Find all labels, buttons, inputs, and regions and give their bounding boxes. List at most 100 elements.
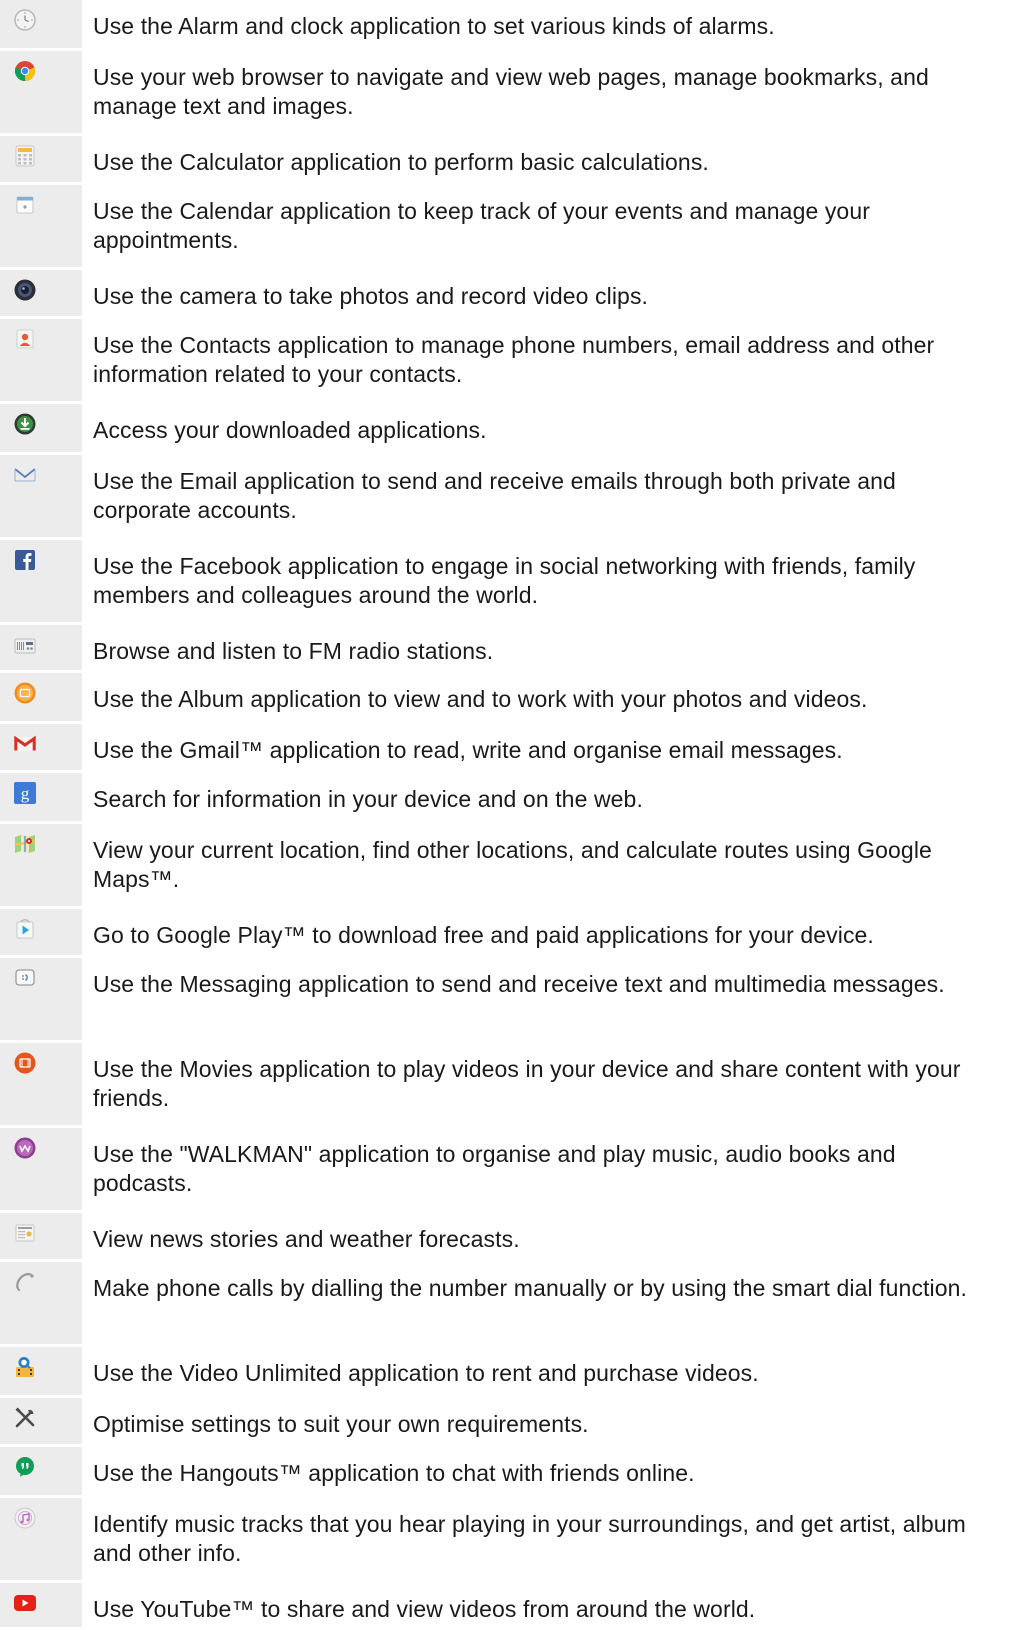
list-item: Use the Hangouts™ application to chat wi… — [0, 1447, 1019, 1498]
alarm-clock-icon — [13, 8, 37, 32]
icon-cell — [0, 909, 82, 958]
icon-cell — [0, 1262, 82, 1347]
icon-cell — [0, 1583, 82, 1630]
svg-text:g: g — [21, 784, 30, 803]
icon-cell — [0, 0, 82, 51]
icon-cell — [0, 1498, 82, 1583]
video-unlimited-icon — [13, 1355, 37, 1379]
list-item: Use the Album application to view and to… — [0, 673, 1019, 724]
app-description: Use your web browser to navigate and vie… — [93, 64, 929, 119]
app-description: View news stories and weather forecasts. — [93, 1226, 520, 1252]
icon-cell — [0, 185, 82, 270]
app-description: Use the Movies application to play video… — [93, 1056, 961, 1111]
google-search-icon: g — [13, 781, 37, 805]
icon-cell — [0, 1043, 82, 1128]
app-description: Identify music tracks that you hear play… — [93, 1511, 966, 1566]
facebook-icon — [13, 548, 37, 572]
email-icon — [13, 463, 37, 487]
icon-cell — [0, 136, 82, 185]
list-item: Use the Movies application to play video… — [0, 1043, 1019, 1128]
app-description: Use YouTube™ to share and view videos fr… — [93, 1596, 756, 1622]
icon-cell — [0, 1347, 82, 1398]
camera-icon — [13, 278, 37, 302]
list-item: Use the "WALKMAN" application to organis… — [0, 1128, 1019, 1213]
icon-cell — [0, 270, 82, 319]
list-item: Use the Calculator application to perfor… — [0, 136, 1019, 185]
trackid-icon — [13, 1506, 37, 1530]
app-description: Use the Calculator application to perfor… — [93, 149, 709, 175]
list-item: View your current location, find other l… — [0, 824, 1019, 909]
app-description: Use the Calendar application to keep tra… — [93, 198, 870, 253]
hangouts-icon — [13, 1455, 37, 1479]
list-item: Make phone calls by dialling the number … — [0, 1262, 1019, 1347]
app-description: Use the Gmail™ application to read, writ… — [93, 737, 843, 763]
icon-cell — [0, 724, 82, 773]
news-weather-icon — [13, 1221, 37, 1245]
list-item: Use the Facebook application to engage i… — [0, 540, 1019, 625]
app-description: Search for information in your device an… — [93, 786, 643, 812]
app-description: Use the Facebook application to engage i… — [93, 553, 916, 608]
icon-cell — [0, 540, 82, 625]
app-description: Optimise settings to suit your own requi… — [93, 1411, 589, 1437]
icon-cell — [0, 1447, 82, 1498]
icon-cell — [0, 1398, 82, 1447]
app-description-table: Use the Alarm and clock application to s… — [0, 0, 1019, 1630]
list-item: Use the Email application to send and re… — [0, 455, 1019, 540]
app-description: Go to Google Play™ to download free and … — [93, 922, 874, 948]
settings-icon — [13, 1406, 37, 1430]
list-item: Use your web browser to navigate and vie… — [0, 51, 1019, 136]
app-description: Use the Messaging application to send an… — [93, 971, 945, 997]
list-item: Go to Google Play™ to download free and … — [0, 909, 1019, 958]
icon-cell — [0, 1213, 82, 1262]
youtube-icon — [13, 1591, 37, 1615]
maps-icon — [13, 832, 37, 856]
list-item: Access your downloaded applications. — [0, 404, 1019, 455]
list-item: Use the Video Unlimited application to r… — [0, 1347, 1019, 1398]
browser-icon — [13, 59, 37, 83]
app-description: Use the Contacts application to manage p… — [93, 332, 935, 387]
icon-cell — [0, 1128, 82, 1213]
icon-cell — [0, 625, 82, 673]
app-description: Use the Hangouts™ application to chat wi… — [93, 1460, 695, 1486]
fm-radio-icon — [13, 633, 37, 657]
walkman-icon — [13, 1136, 37, 1160]
icon-cell: g — [0, 773, 82, 824]
downloads-icon — [13, 412, 37, 436]
icon-cell — [0, 673, 82, 724]
list-item: Browse and listen to FM radio stations. — [0, 625, 1019, 673]
messaging-icon — [13, 966, 37, 990]
app-description: View your current location, find other l… — [93, 837, 932, 892]
app-description: Use the Album application to view and to… — [93, 686, 868, 712]
list-item: Use the Contacts application to manage p… — [0, 319, 1019, 404]
movies-icon — [13, 1051, 37, 1075]
list-item: Optimise settings to suit your own requi… — [0, 1398, 1019, 1447]
play-store-icon — [13, 917, 37, 941]
list-item: Use the camera to take photos and record… — [0, 270, 1019, 319]
list-item: g Search for information in your device a… — [0, 773, 1019, 824]
app-description: Browse and listen to FM radio stations. — [93, 638, 494, 664]
list-item: Use YouTube™ to share and view videos fr… — [0, 1583, 1019, 1630]
list-item: Use the Alarm and clock application to s… — [0, 0, 1019, 51]
icon-cell — [0, 404, 82, 455]
icon-cell — [0, 824, 82, 909]
list-item: Identify music tracks that you hear play… — [0, 1498, 1019, 1583]
icon-cell — [0, 455, 82, 540]
list-item: View news stories and weather forecasts. — [0, 1213, 1019, 1262]
phone-icon — [13, 1270, 37, 1294]
app-description: Use the camera to take photos and record… — [93, 283, 649, 309]
album-icon — [13, 681, 37, 705]
calendar-icon — [13, 193, 37, 217]
gmail-icon — [13, 732, 37, 756]
app-description: Use the Video Unlimited application to r… — [93, 1360, 759, 1386]
app-description: Use the "WALKMAN" application to organis… — [93, 1141, 896, 1196]
list-item: Use the Calendar application to keep tra… — [0, 185, 1019, 270]
app-description: Use the Email application to send and re… — [93, 468, 896, 523]
icon-cell — [0, 958, 82, 1043]
icon-cell — [0, 51, 82, 136]
app-description: Use the Alarm and clock application to s… — [93, 13, 775, 39]
app-description: Access your downloaded applications. — [93, 417, 487, 443]
list-item: Use the Messaging application to send an… — [0, 958, 1019, 1043]
contacts-icon — [13, 327, 37, 351]
list-item: Use the Gmail™ application to read, writ… — [0, 724, 1019, 773]
calculator-icon — [13, 144, 37, 168]
